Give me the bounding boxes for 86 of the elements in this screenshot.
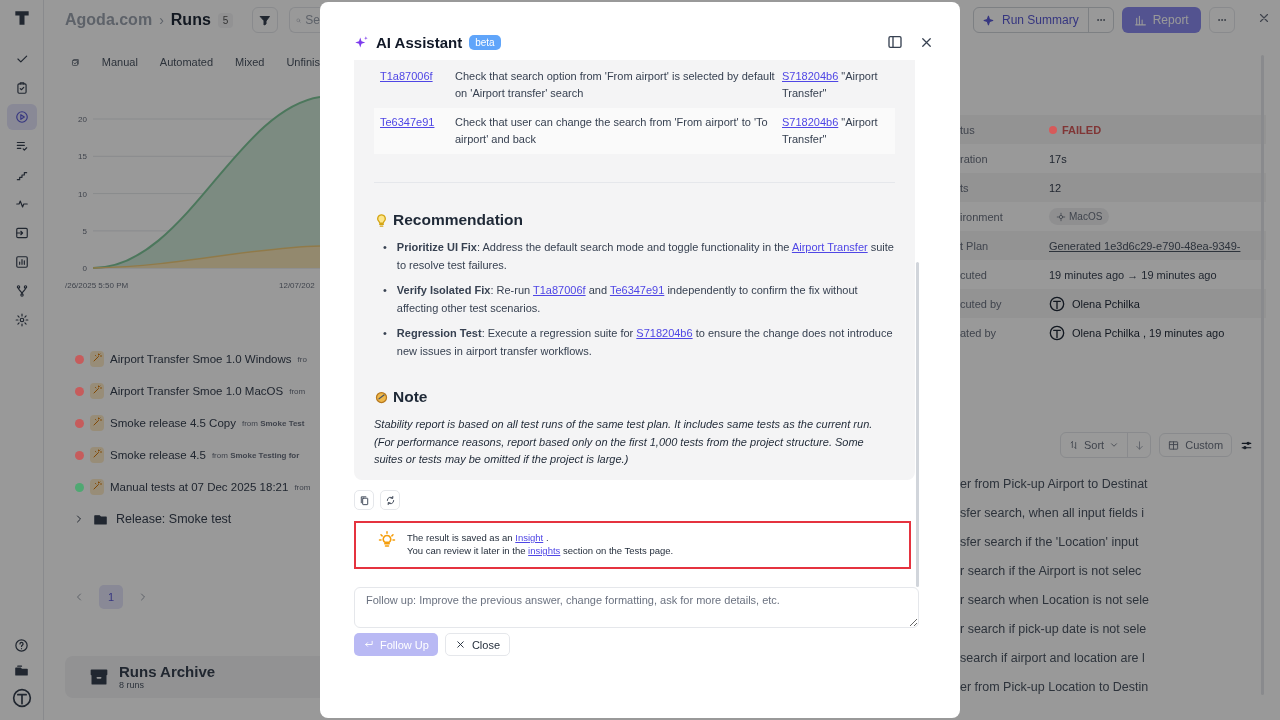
filter-tab[interactable]: Manual <box>101 56 138 68</box>
detail-label: ated by <box>960 326 998 339</box>
archive-card[interactable]: Runs Archive 8 runs <box>65 656 320 698</box>
detail-label: cuted <box>960 268 988 281</box>
run-title[interactable]: Smoke release 4.5 <box>110 449 206 461</box>
archive-count: 8 runs <box>119 680 145 690</box>
detail-label: t Plan <box>960 239 990 252</box>
axis-label: /26/2025 5:50 PM <box>65 281 129 290</box>
axis-tick: 0 <box>82 264 87 274</box>
archive-title: Runs Archive <box>119 664 216 680</box>
detail-value: 17s <box>1049 152 1067 165</box>
status-text: FAILED <box>1062 123 1102 136</box>
test-link[interactable]: Te6347e91 <box>380 116 435 128</box>
breadcrumb-separator: › <box>159 12 164 28</box>
user-name: Olena Pchilka , 19 minutes ago <box>1072 326 1225 339</box>
test-link[interactable]: T1a87006f <box>380 70 433 82</box>
test-title[interactable]: search if airport and location are l <box>960 650 1145 665</box>
recommendation-item: Regression Test: Execute a regression suite for S718204b6 to ensure the change does not introduce new issues in airport transfer workflows. <box>396 326 894 359</box>
view-button[interactable]: Custom <box>1159 433 1233 457</box>
axis-tick: 10 <box>78 189 87 199</box>
search-placeholder: Se <box>305 13 320 27</box>
axis-tick: 20 <box>78 115 87 124</box>
link[interactable]: Insight <box>515 532 544 543</box>
bullet: • <box>383 326 387 341</box>
test-title[interactable]: r search if the Airport is not selec <box>960 563 1142 578</box>
link[interactable]: T1a87006f <box>533 284 586 296</box>
axis-tick: 15 <box>78 152 87 162</box>
bullet: • <box>383 240 387 255</box>
test-title[interactable]: r search if pick-up date is not sele <box>960 621 1147 636</box>
run-source: from <box>289 386 306 396</box>
count-badge: 5 <box>217 12 234 28</box>
report-button[interactable]: Report <box>1121 7 1201 33</box>
recommendation-item: Verify Isolated Fix: Re-run T1a87006f and Te6347e91 independently to confirm the fix without affecting other test scenarios. <box>396 283 859 316</box>
run-title[interactable]: Manual tests at 07 Dec 2025 18:21 <box>110 481 289 493</box>
note-text: (For performance reasons, report based only on the first 1,000 tests from the project structure. Some suites or tests may be omitted if the project is large.) <box>374 434 865 467</box>
link[interactable]: insights <box>528 545 561 556</box>
section-heading: Recommendation <box>393 211 524 229</box>
filter-tab[interactable]: Automated <box>159 56 214 68</box>
folder-label[interactable]: Release: Smoke test <box>116 512 232 526</box>
detail-label: tus <box>960 123 976 136</box>
dialog-title: AI Assistant <box>376 33 463 51</box>
test-plan-link[interactable]: Generated 1e3d6c29-e790-48ea-9349- <box>1049 239 1241 252</box>
test-title[interactable]: er from Pick-up Location to Destin <box>960 679 1149 694</box>
table-cell-text: Check that user can change the search from 'From airport' to 'To airport' and back <box>455 115 769 147</box>
recommendation-item: Prioritize UI Fix: Address the default search mode and toggle functionality in the Airport Transfer suite to resolve test failures. <box>396 240 895 273</box>
section-heading: Note <box>393 388 428 406</box>
link[interactable]: Te6347e91 <box>609 284 665 296</box>
run-source: fro <box>297 354 307 364</box>
table-cell-text: S718204b6 "Airport Transfer" <box>782 69 879 101</box>
run-source: from Smoke Test <box>241 418 305 428</box>
suite-link[interactable]: S718204b6 <box>782 116 839 128</box>
detail-value: 12 <box>1049 181 1062 194</box>
detail-label: ironment <box>960 210 1004 223</box>
environment-tag: MacOS <box>1049 208 1110 225</box>
link[interactable]: S718204b6 <box>636 327 693 339</box>
test-title[interactable]: sfer search if the 'Location' input <box>960 534 1139 549</box>
axis-tick: 5 <box>82 226 87 236</box>
run-title[interactable]: Airport Transfer Smoe 1.0 Windows <box>110 353 292 365</box>
run-source: from <box>294 482 311 492</box>
table-cell-text: Check that search option from 'From airport' is selected by default on 'Airport transfer' search <box>455 69 776 101</box>
detail-label: ts <box>960 181 970 194</box>
test-title[interactable]: sfer search, when all input fields i <box>960 505 1145 520</box>
suite-link[interactable]: S718204b6 <box>782 70 839 82</box>
notice-text: The result is saved as an Insight . <box>407 531 550 544</box>
filter-tab[interactable]: Mixed <box>235 56 265 68</box>
notice-text: You can review it later in the insights section on the Tests page. <box>407 544 674 557</box>
note-text: Stability report is based on all test runs of the same test plan. It includes same tests as the current run. <box>374 417 874 432</box>
page-button[interactable]: 1 <box>99 585 123 609</box>
follow-up-field[interactable]: Follow up: Improve the previous answer, change formatting, ask for more details, etc. <box>354 587 919 628</box>
detail-label: cuted by <box>960 297 1003 310</box>
run-source: from Smoke Testing for <box>211 450 300 460</box>
bullet: • <box>383 283 387 298</box>
run-title[interactable]: Smoke release 4.5 Copy <box>110 417 236 429</box>
detail-value: 19 minutes ago → 19 minutes ago <box>1049 268 1217 281</box>
beta-badge: beta <box>469 34 501 50</box>
detail-label: ration <box>960 152 989 165</box>
user-name: Olena Pchilka <box>1072 297 1140 310</box>
page-title: Runs <box>170 11 211 29</box>
filter-tab[interactable]: Unfinis <box>286 56 320 68</box>
test-title[interactable]: er from Pick-up Airport to Destinat <box>960 476 1148 491</box>
test-title[interactable]: r search when Location is not sele <box>960 592 1149 607</box>
run-title[interactable]: Airport Transfer Smoe 1.0 MacOS <box>110 385 284 397</box>
close-button[interactable]: Close <box>444 633 511 656</box>
axis-label: 12/07/202 <box>279 281 315 290</box>
table-cell-text: S718204b6 "Airport Transfer" <box>782 115 879 147</box>
link[interactable]: Airport Transfer <box>791 241 868 253</box>
